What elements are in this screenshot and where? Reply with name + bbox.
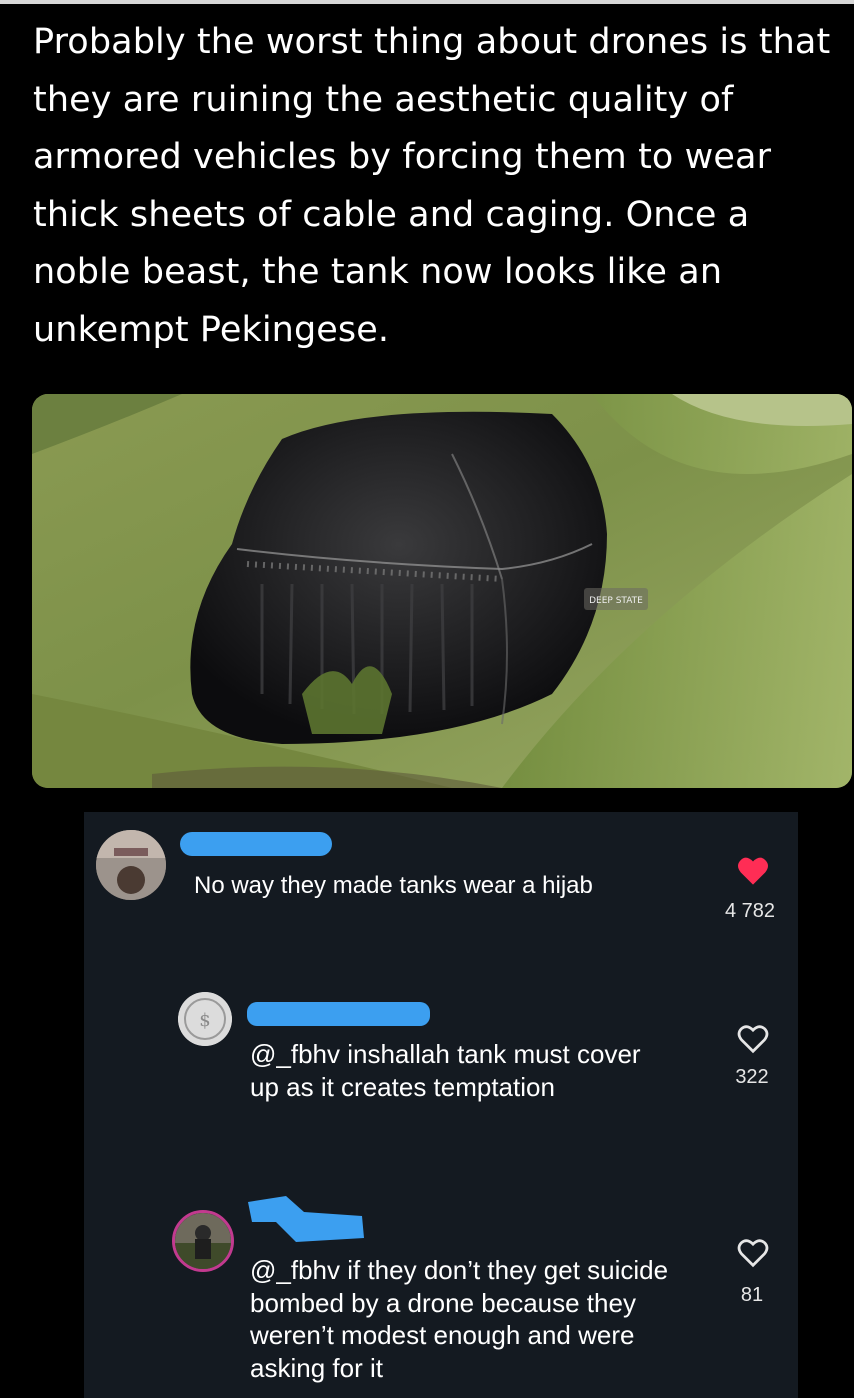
avatar[interactable]: [172, 1210, 234, 1272]
avatar[interactable]: [96, 830, 166, 900]
heart-filled-icon[interactable]: [736, 856, 770, 891]
like-count: 4 782: [724, 900, 776, 922]
avatar[interactable]: $: [178, 992, 232, 1046]
post-photo[interactable]: DEEP STATE: [32, 394, 852, 788]
redacted-username: [247, 1002, 430, 1026]
mention-link[interactable]: @_fbhv: [250, 1039, 340, 1069]
heart-outline-icon[interactable]: [736, 1238, 770, 1273]
redacted-username: [248, 1196, 364, 1242]
comment-text: No way they made tanks wear a hijab: [194, 872, 593, 899]
mention-link[interactable]: @_fbhv: [250, 1255, 340, 1285]
like-count: 322: [735, 1066, 769, 1088]
top-divider: [0, 0, 854, 4]
comment-text: @_fbhv if they don’t they get suicide bo…: [250, 1255, 669, 1383]
post-text: Probably the worst thing about drones is…: [33, 22, 831, 350]
svg-text:$: $: [199, 1010, 210, 1031]
comments-panel: No way they made tanks wear a hijab 4 78…: [84, 812, 798, 1398]
redacted-username: [180, 832, 332, 856]
comment-text: @_fbhv inshallah tank must cover up as i…: [250, 1039, 641, 1102]
like-count: 81: [740, 1284, 764, 1306]
heart-outline-icon[interactable]: [736, 1024, 770, 1059]
watermark-text: DEEP STATE: [589, 596, 643, 606]
